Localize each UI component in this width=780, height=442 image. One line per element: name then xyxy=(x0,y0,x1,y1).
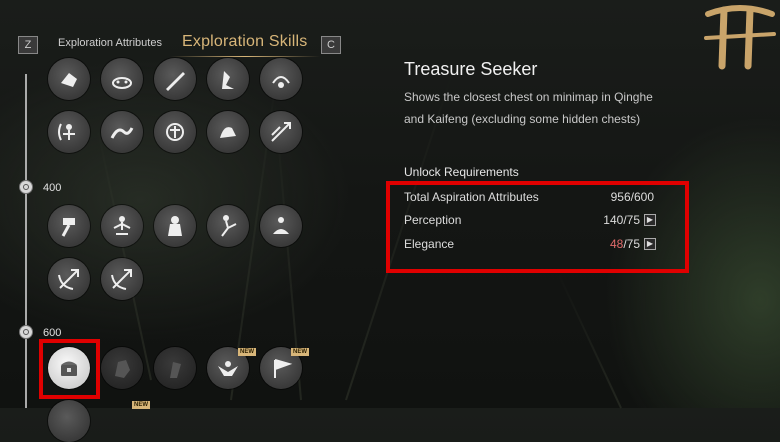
skill-icon[interactable] xyxy=(101,58,143,100)
fist-icon xyxy=(61,73,77,87)
sword-icon xyxy=(166,72,185,91)
level-node-icon xyxy=(19,180,33,194)
eagle-icon xyxy=(218,361,238,376)
skill-icon[interactable] xyxy=(154,347,196,389)
kick-icon xyxy=(221,215,237,237)
skill-icon[interactable] xyxy=(48,205,90,247)
level-track xyxy=(25,74,27,408)
skill-icon[interactable] xyxy=(260,111,302,153)
new-badge: NEW xyxy=(238,348,256,356)
tab-exploration-attributes[interactable]: Exploration Attributes xyxy=(58,37,162,49)
locked-figure-icon xyxy=(170,362,181,378)
martial-icon xyxy=(166,123,184,141)
skill-icon[interactable] xyxy=(48,400,90,442)
arrow-shot-icon xyxy=(58,269,79,290)
locked-beast-icon xyxy=(115,360,130,378)
flag-icon xyxy=(274,359,293,378)
skill-description: Shows the closest chest on minimap in Qi… xyxy=(404,90,653,126)
tab-exploration-skills[interactable]: Exploration Skills xyxy=(182,33,307,51)
active-tab-underline xyxy=(170,56,320,57)
wave-icon xyxy=(110,127,134,139)
skill-icon[interactable] xyxy=(260,205,302,247)
level-label: 600 xyxy=(43,327,62,339)
skill-title: Treasure Seeker xyxy=(404,59,538,79)
prev-tab-key[interactable]: Z xyxy=(18,36,38,54)
arrow-shot-icon xyxy=(111,269,132,290)
next-tab-key[interactable]: C xyxy=(321,36,341,54)
archer-icon xyxy=(58,123,75,141)
beast-icon xyxy=(220,127,236,138)
grass-decoration xyxy=(95,125,152,381)
skill-icon[interactable] xyxy=(154,205,196,247)
arrows-icon xyxy=(271,122,291,142)
level-label: 400 xyxy=(43,182,62,194)
selected-skill-highlight xyxy=(39,339,100,399)
skill-icon[interactable] xyxy=(154,58,196,100)
sitting-icon xyxy=(273,217,289,234)
skill-icon[interactable] xyxy=(207,58,249,100)
hammer-icon xyxy=(61,218,75,237)
figure-icon xyxy=(222,71,234,89)
skill-icon[interactable] xyxy=(154,111,196,153)
skill-icon[interactable] xyxy=(48,58,90,100)
skill-icon[interactable] xyxy=(48,258,90,300)
meditate-icon xyxy=(113,216,131,235)
guardian-icon xyxy=(168,216,182,236)
skill-icon[interactable] xyxy=(260,58,302,100)
level-node-icon xyxy=(19,325,33,339)
skill-icon[interactable] xyxy=(48,111,90,153)
skill-icon[interactable] xyxy=(207,205,249,247)
game-logo-icon xyxy=(704,5,776,70)
skill-icon[interactable] xyxy=(101,205,143,247)
face-icon xyxy=(112,77,132,89)
skill-icon[interactable] xyxy=(101,347,143,389)
requirements-highlight xyxy=(386,181,689,273)
new-badge: NEW xyxy=(291,348,309,356)
swirl-icon xyxy=(272,76,290,88)
skill-icon[interactable] xyxy=(101,111,143,153)
skill-icon[interactable] xyxy=(207,111,249,153)
grass-decoration xyxy=(557,273,622,409)
skill-icon[interactable] xyxy=(101,258,143,300)
requirements-heading: Unlock Requirements xyxy=(404,165,519,179)
